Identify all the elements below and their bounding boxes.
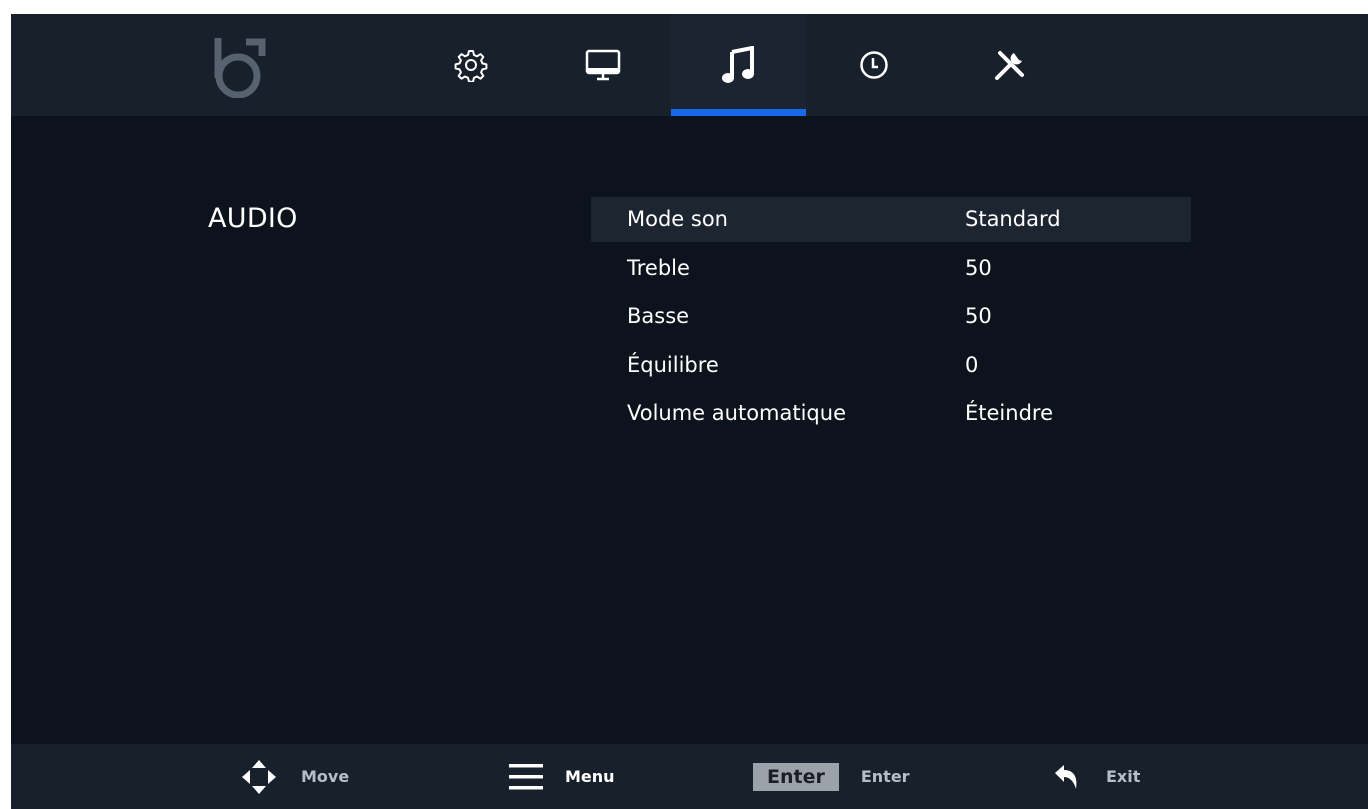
tab-settings[interactable] (403, 14, 538, 116)
hint-exit-label: Exit (1106, 767, 1141, 786)
menu-row-label: Treble (627, 255, 690, 280)
hint-enter-label: Enter (860, 767, 910, 786)
menu-row-label: Mode son (627, 207, 728, 231)
menu-row-value: Éteindre (965, 401, 1053, 425)
brand-logo (214, 38, 266, 98)
menu-row-label: Basse (627, 304, 690, 328)
enter-key-badge: Enter (753, 762, 839, 791)
hamburger-icon (509, 763, 543, 789)
tools-icon (994, 51, 1024, 80)
menu-row-value: 0 (965, 352, 979, 377)
tab-picture[interactable] (535, 14, 670, 116)
footer-hint-bar: Move Menu Enter Enter Exit (11, 744, 1368, 809)
clock-icon (859, 51, 888, 79)
dpad-icon (242, 759, 276, 794)
tab-audio[interactable] (671, 14, 806, 116)
return-arrow-icon (1055, 764, 1077, 789)
menu-row-label: Volume automatique (627, 401, 846, 425)
hint-enter: Enter Enter (753, 744, 910, 809)
tab-setup[interactable] (942, 14, 1077, 116)
hint-move: Move (241, 744, 349, 809)
section-title: AUDIO (208, 203, 298, 234)
tv-menu-screen: AUDIO Mode son Standard Treble 50 Basse 50 Équ… (11, 14, 1368, 809)
menu-row-label: Équilibre (627, 352, 719, 377)
monitor-icon (585, 49, 620, 81)
menu-row-value: Standard (965, 207, 1061, 231)
menu-row-value: 50 (965, 304, 992, 328)
menu-row-value: 50 (965, 255, 992, 280)
hint-menu: Menu (509, 744, 615, 809)
hint-menu-label: Menu (565, 767, 615, 786)
music-note-icon (721, 46, 754, 83)
top-tab-bar (11, 14, 1368, 116)
hint-exit: Exit (1053, 744, 1140, 809)
hint-move-label: Move (301, 767, 350, 786)
active-tab-indicator (671, 109, 806, 116)
menu-row[interactable]: Treble 50 (591, 246, 1191, 295)
tab-time[interactable] (806, 14, 941, 116)
menu-row[interactable]: Volume automatique Éteindre (591, 391, 1191, 440)
menu-row[interactable]: Équilibre 0 (591, 343, 1191, 392)
gear-icon (454, 50, 487, 82)
audio-settings-list: Mode son Standard Treble 50 Basse 50 Équilibre… (591, 197, 1191, 440)
menu-row[interactable]: Basse 50 (591, 294, 1191, 343)
menu-row[interactable]: Mode son Standard (591, 197, 1191, 242)
